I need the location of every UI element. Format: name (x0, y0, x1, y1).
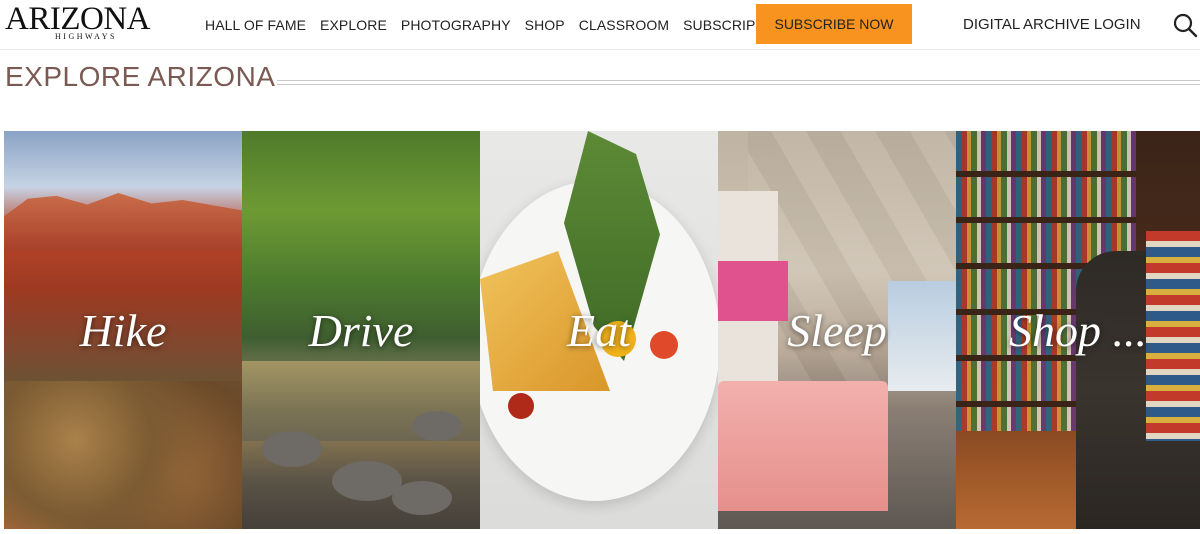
tile-label-sleep: Sleep (787, 305, 887, 356)
subscribe-now-button[interactable]: SUBSCRIBE NOW (756, 4, 912, 44)
tile-sleep[interactable]: Sleep (718, 131, 956, 529)
nav-item-shop[interactable]: SHOP (525, 17, 565, 33)
title-divider (277, 80, 1200, 85)
flower-garnish-image (508, 393, 534, 419)
main-nav: HALL OF FAME EXPLORE PHOTOGRAPHY SHOP CL… (205, 17, 813, 33)
search-icon (1173, 13, 1198, 38)
nav-item-photography[interactable]: PHOTOGRAPHY (401, 17, 511, 33)
tile-label-hike: Hike (79, 305, 167, 356)
pink-bed-image (718, 381, 888, 511)
logo-subtitle: HIGHWAYS (55, 32, 117, 41)
tile-hike[interactable]: Hike (4, 131, 242, 529)
tile-label-drive: Drive (308, 305, 414, 356)
river-rock-image (412, 411, 462, 441)
river-rock-image (262, 431, 322, 467)
canyon-photo (4, 193, 242, 251)
nav-item-classroom[interactable]: CLASSROOM (579, 17, 669, 33)
section-title: EXPLORE ARIZONA (5, 61, 276, 92)
digital-archive-login-link[interactable]: DIGITAL ARCHIVE LOGIN (963, 16, 1141, 33)
tile-shop[interactable]: Shop ... (956, 131, 1200, 529)
explore-tiles: Hike Drive Eat Sleep Shop ... (4, 131, 1200, 529)
tile-drive[interactable]: Drive (242, 131, 480, 529)
nav-item-explore[interactable]: EXPLORE (320, 17, 387, 33)
tile-eat[interactable]: Eat (480, 131, 718, 529)
site-header: ARIZONA HIGHWAYS HALL OF FAME EXPLORE PH… (0, 0, 1200, 50)
nav-item-hall-of-fame[interactable]: HALL OF FAME (205, 17, 306, 33)
desert-brush-image (4, 381, 242, 529)
logo-title: ARIZONA (5, 1, 150, 37)
search-button[interactable] (1172, 12, 1198, 38)
arizona-highways-logo[interactable]: ARIZONA HIGHWAYS (5, 1, 161, 44)
tile-label-eat: Eat (567, 305, 631, 356)
river-rock-image (392, 481, 452, 515)
tile-label-shop: Shop ... (1009, 305, 1147, 356)
